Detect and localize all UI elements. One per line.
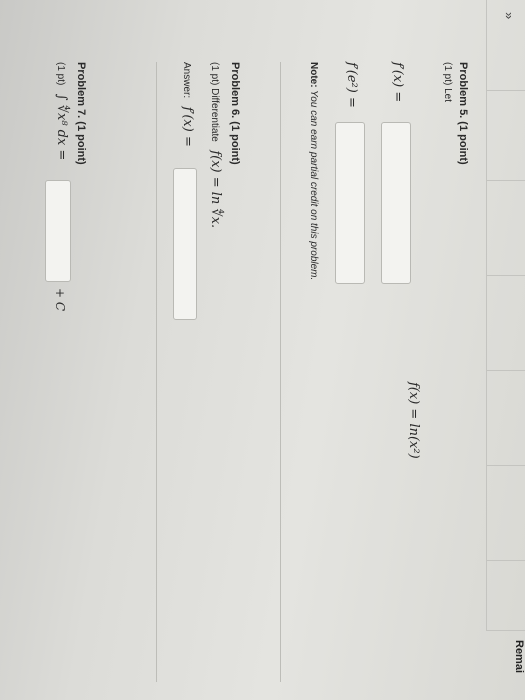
- strip-cell: [486, 90, 525, 181]
- strip-cell: [486, 180, 525, 276]
- problem-7: Problem 7. (1 point) (1 pt) ∫ ∜x⁸ dx = +…: [45, 62, 87, 692]
- problem-5-note: Note: You can earn partial credit on thi…: [308, 62, 319, 280]
- rotated-page: « Remai Problem 5. (1 point) (1 pt) Let …: [0, 0, 525, 700]
- problem-6: Problem 6. (1 point) (1 pt) Differentiat…: [173, 62, 241, 692]
- problem-6-title: Problem 6. (1 point): [229, 62, 241, 165]
- strip-cell: [486, 465, 525, 561]
- problem-5-answer-2[interactable]: [335, 122, 365, 284]
- problem-5-q1-label: f′(x) =: [390, 62, 405, 103]
- problem-6-answer[interactable]: [173, 168, 197, 320]
- problem-5-answer-1[interactable]: [381, 122, 411, 284]
- problem-7-answer[interactable]: [45, 180, 71, 282]
- problem-divider: [156, 62, 157, 682]
- problem-7-prompt: (1 pt) ∫ ∜x⁸ dx =: [53, 62, 71, 692]
- problem-6-prompt: (1 pt) Differentiate f(x) = ln ∜x.: [207, 62, 225, 692]
- problem-7-title: Problem 7. (1 point): [75, 62, 87, 165]
- problem-5-q2-label: f′(e²) =: [344, 62, 359, 108]
- problem-7-integral: ∫ ∜x⁸ dx =: [54, 93, 69, 161]
- problem-6-label: (1 pt) Differentiate: [209, 62, 220, 142]
- problem-6-q-label: f′(x) =: [180, 106, 195, 147]
- strip-cell: [486, 275, 525, 371]
- collapse-icon[interactable]: «: [500, 12, 515, 19]
- strip-cell: [486, 370, 525, 466]
- remaining-label: Remai: [513, 640, 525, 674]
- note-text: You can earn partial credit on this prob…: [308, 90, 319, 281]
- problem-6-answer-label: Answer:: [181, 62, 192, 99]
- screen: « Remai Problem 5. (1 point) (1 pt) Let …: [0, 0, 525, 700]
- problem-6-function: f(x) = ln ∜x.: [208, 150, 223, 229]
- problem-6-answer-row: Answer: f′(x) =: [179, 62, 197, 692]
- note-prefix: Note:: [308, 62, 319, 88]
- problem-divider: [280, 62, 281, 682]
- problem-7-label: (1 pt): [55, 62, 66, 86]
- problem-7-suffix: + C: [53, 288, 67, 312]
- problem-5-definition: f(x) = ln(x²): [406, 382, 421, 459]
- problem-5: Problem 5. (1 point) (1 pt) Let f(x) = l…: [308, 62, 469, 692]
- problem-5-title: Problem 5. (1 point): [457, 62, 469, 165]
- strip-cell: [486, 560, 525, 631]
- problem-5-label: (1 pt) Let: [442, 62, 453, 103]
- left-strip: [477, 0, 525, 700]
